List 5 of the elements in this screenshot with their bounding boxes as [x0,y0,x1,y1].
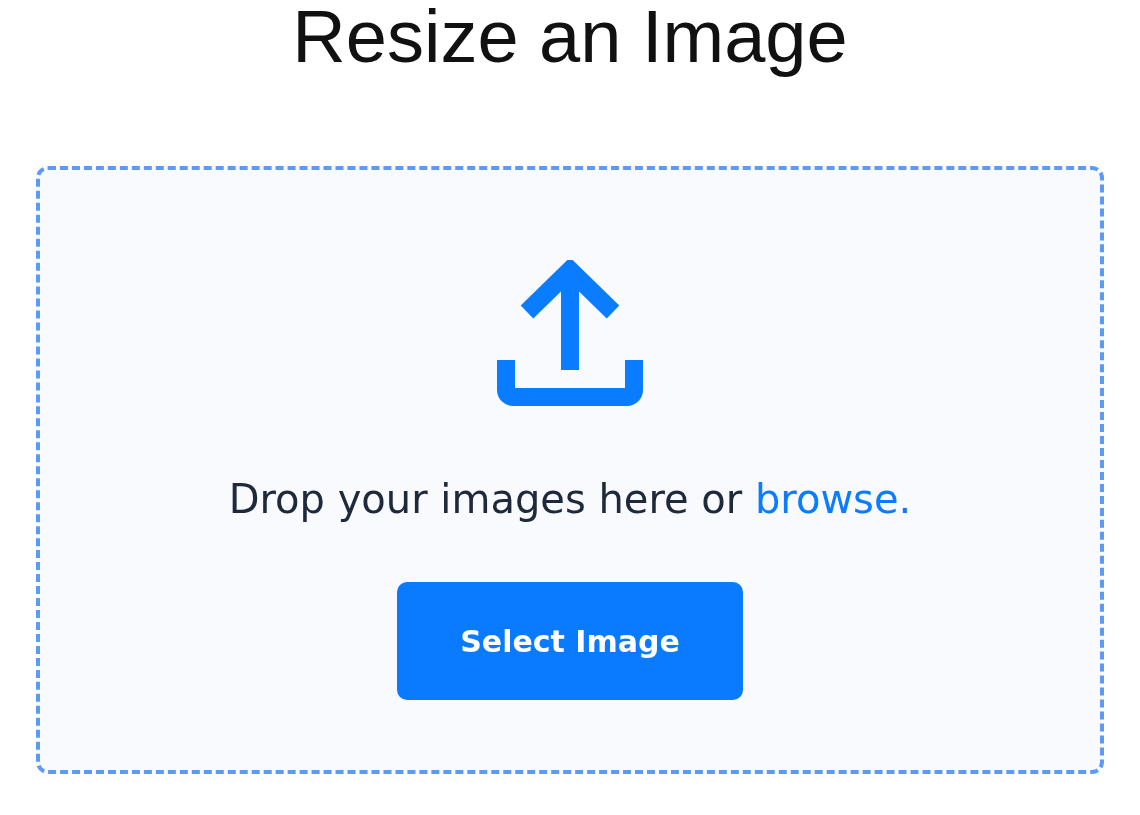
upload-icon [497,260,643,406]
select-image-button[interactable]: Select Image [397,582,743,700]
drop-zone[interactable]: Drop your images here or browse. Select Image [36,166,1104,774]
drop-instructions: Drop your images here or browse. [228,476,912,522]
browse-link[interactable]: browse. [754,476,912,522]
